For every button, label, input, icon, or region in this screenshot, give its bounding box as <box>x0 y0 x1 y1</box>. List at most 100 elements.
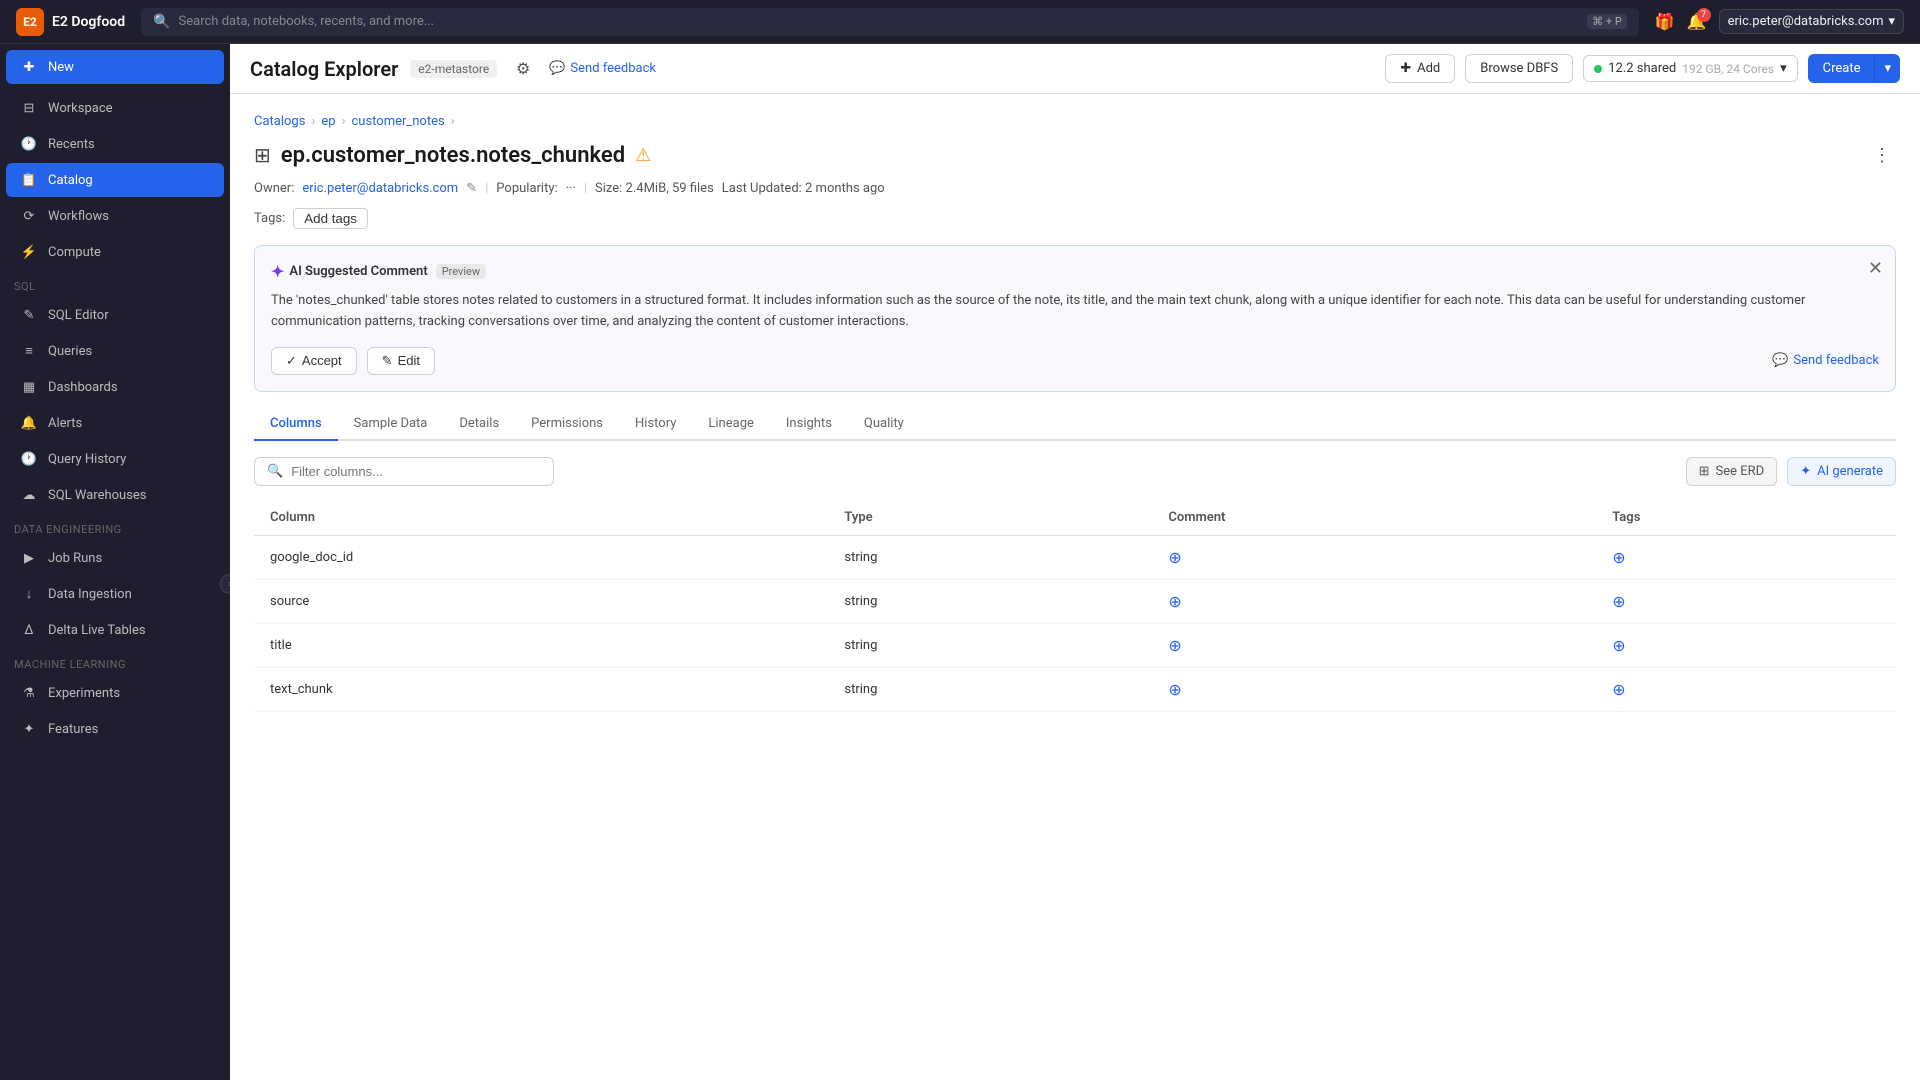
header-actions: ⋮ <box>1868 141 1896 169</box>
last-updated-label: Last Updated: 2 months ago <box>722 181 885 196</box>
sidebar-item-data-ingestion[interactable]: ↓ Data Ingestion <box>6 577 224 611</box>
meta-info: Owner: eric.peter@databricks.com ✎ | Pop… <box>254 181 1896 196</box>
tab-lineage[interactable]: Lineage <box>692 408 770 441</box>
sidebar-item-workspace[interactable]: ⊟ Workspace <box>6 91 224 125</box>
search-shortcut: ⌘ + P <box>1587 14 1627 29</box>
cluster-info[interactable]: 12.2 shared 192 GB, 24 Cores ▾ <box>1583 55 1797 82</box>
breadcrumb: Catalogs › ep › customer_notes › <box>254 114 1896 129</box>
table-name: ep.customer_notes.notes_chunked <box>281 143 625 168</box>
create-button[interactable]: Create <box>1808 54 1876 83</box>
feedback-link[interactable]: 💬 Send feedback <box>549 61 656 76</box>
tab-columns[interactable]: Columns <box>254 408 338 441</box>
sidebar-item-label: Dashboards <box>48 380 118 395</box>
cell-comment[interactable]: ⊕ <box>1152 579 1596 623</box>
create-dropdown-button[interactable]: ▾ <box>1875 54 1900 83</box>
breadcrumb-ep[interactable]: ep <box>321 114 335 129</box>
plus-icon: ✚ <box>1400 61 1411 76</box>
sidebar-item-recents[interactable]: 🕐 Recents <box>6 127 224 161</box>
tab-insights[interactable]: Insights <box>770 408 848 441</box>
ai-generate-button[interactable]: ✦ AI generate <box>1787 457 1896 486</box>
settings-icon[interactable]: ⚙ <box>509 55 537 83</box>
new-button[interactable]: ✚ New <box>6 50 224 84</box>
features-icon: ✦ <box>20 720 38 738</box>
sidebar-item-compute[interactable]: ⚡ Compute <box>6 235 224 269</box>
job-runs-icon: ▶ <box>20 549 38 567</box>
gift-icon[interactable]: 🎁 <box>1655 12 1675 31</box>
sidebar-item-label: Catalog <box>48 173 93 188</box>
sidebar-item-workflows[interactable]: ⟳ Workflows <box>6 199 224 233</box>
cell-comment[interactable]: ⊕ <box>1152 535 1596 579</box>
cell-comment[interactable]: ⊕ <box>1152 667 1596 711</box>
table-toolbar: 🔍 ⊞ See ERD ✦ AI generate <box>254 457 1896 486</box>
tab-history[interactable]: History <box>619 408 692 441</box>
add-tag-icon[interactable]: ⊕ <box>1612 680 1625 699</box>
ai-feedback-link[interactable]: 💬 Send feedback <box>1772 353 1879 368</box>
cell-tags[interactable]: ⊕ <box>1596 667 1896 711</box>
sidebar-item-label: SQL Editor <box>48 308 109 323</box>
user-menu[interactable]: eric.peter@databricks.com ▾ <box>1719 9 1904 34</box>
browse-dbfs-button[interactable]: Browse DBFS <box>1465 54 1573 83</box>
tab-details[interactable]: Details <box>443 408 515 441</box>
add-comment-icon[interactable]: ⊕ <box>1168 680 1181 699</box>
breadcrumb-catalogs[interactable]: Catalogs <box>254 114 305 129</box>
add-comment-icon[interactable]: ⊕ <box>1168 548 1181 567</box>
add-tag-icon[interactable]: ⊕ <box>1612 592 1625 611</box>
sidebar-item-label: Alerts <box>48 416 82 431</box>
add-tag-icon[interactable]: ⊕ <box>1612 548 1625 567</box>
create-chevron-icon: ▾ <box>1884 61 1891 76</box>
add-tag-icon[interactable]: ⊕ <box>1612 636 1625 655</box>
edit-icon: ✎ <box>382 353 393 369</box>
owner-email[interactable]: eric.peter@databricks.com <box>302 181 458 196</box>
sidebar-item-label: Experiments <box>48 686 120 701</box>
ai-card-close-button[interactable]: ✕ <box>1868 258 1883 279</box>
columns-table: Column Type Comment Tags google_doc_id s… <box>254 500 1896 712</box>
user-menu-chevron: ▾ <box>1888 14 1895 29</box>
add-tags-button[interactable]: Add tags <box>293 208 368 229</box>
sidebar-item-sql-editor[interactable]: ✎ SQL Editor <box>6 298 224 332</box>
see-erd-button[interactable]: ⊞ See ERD <box>1686 457 1778 486</box>
ai-suggestion-card: ✦ AI Suggested Comment Preview ✕ The 'no… <box>254 245 1896 392</box>
add-button[interactable]: ✚ Add <box>1385 54 1455 83</box>
tab-permissions[interactable]: Permissions <box>515 408 619 441</box>
breadcrumb-sep: › <box>311 114 315 129</box>
sidebar-item-label: Query History <box>48 452 126 467</box>
edit-owner-icon[interactable]: ✎ <box>466 181 477 196</box>
global-search[interactable]: 🔍 Search data, notebooks, recents, and m… <box>141 8 1639 36</box>
check-icon: ✓ <box>286 353 297 369</box>
filter-columns-input[interactable] <box>291 464 541 479</box>
ml-section-label: Machine Learning <box>0 648 230 675</box>
tab-sample-data[interactable]: Sample Data <box>338 408 444 441</box>
sidebar-item-features[interactable]: ✦ Features <box>6 712 224 746</box>
ai-gen-icon: ✦ <box>1800 464 1811 479</box>
sidebar-item-delta-live-tables[interactable]: Δ Delta Live Tables <box>6 613 224 647</box>
accept-button[interactable]: ✓ Accept <box>271 347 357 375</box>
data-ingestion-icon: ↓ <box>20 585 38 603</box>
cell-tags[interactable]: ⊕ <box>1596 623 1896 667</box>
add-comment-icon[interactable]: ⊕ <box>1168 592 1181 611</box>
notification-area[interactable]: 🔔 7 <box>1687 12 1707 31</box>
app-logo-area[interactable]: E2 E2 Dogfood <box>16 8 125 36</box>
cell-tags[interactable]: ⊕ <box>1596 579 1896 623</box>
query-history-icon: 🕐 <box>20 450 38 468</box>
sidebar-item-alerts[interactable]: 🔔 Alerts <box>6 406 224 440</box>
sidebar-item-query-history[interactable]: 🕐 Query History <box>6 442 224 476</box>
cluster-status: 12.2 shared <box>1608 61 1676 76</box>
app-name: E2 Dogfood <box>52 14 125 30</box>
sidebar-item-catalog[interactable]: 📋 Catalog <box>6 163 224 197</box>
more-options-icon[interactable]: ⋮ <box>1868 141 1896 169</box>
breadcrumb-customer-notes[interactable]: customer_notes <box>351 114 444 129</box>
cell-tags[interactable]: ⊕ <box>1596 535 1896 579</box>
sidebar-item-queries[interactable]: ≡ Queries <box>6 334 224 368</box>
add-comment-icon[interactable]: ⊕ <box>1168 636 1181 655</box>
tab-quality[interactable]: Quality <box>848 408 920 441</box>
sidebar-item-experiments[interactable]: ⚗ Experiments <box>6 676 224 710</box>
sidebar-item-dashboards[interactable]: ▦ Dashboards <box>6 370 224 404</box>
user-email: eric.peter@databricks.com <box>1728 14 1884 29</box>
edit-button[interactable]: ✎ Edit <box>367 347 435 375</box>
cell-type: string <box>828 667 1152 711</box>
sidebar-item-job-runs[interactable]: ▶ Job Runs <box>6 541 224 575</box>
filter-input-area[interactable]: 🔍 <box>254 457 554 486</box>
sidebar-item-sql-warehouses[interactable]: ☁ SQL Warehouses <box>6 478 224 512</box>
cell-comment[interactable]: ⊕ <box>1152 623 1596 667</box>
ai-card-header: ✦ AI Suggested Comment Preview <box>271 262 1879 281</box>
